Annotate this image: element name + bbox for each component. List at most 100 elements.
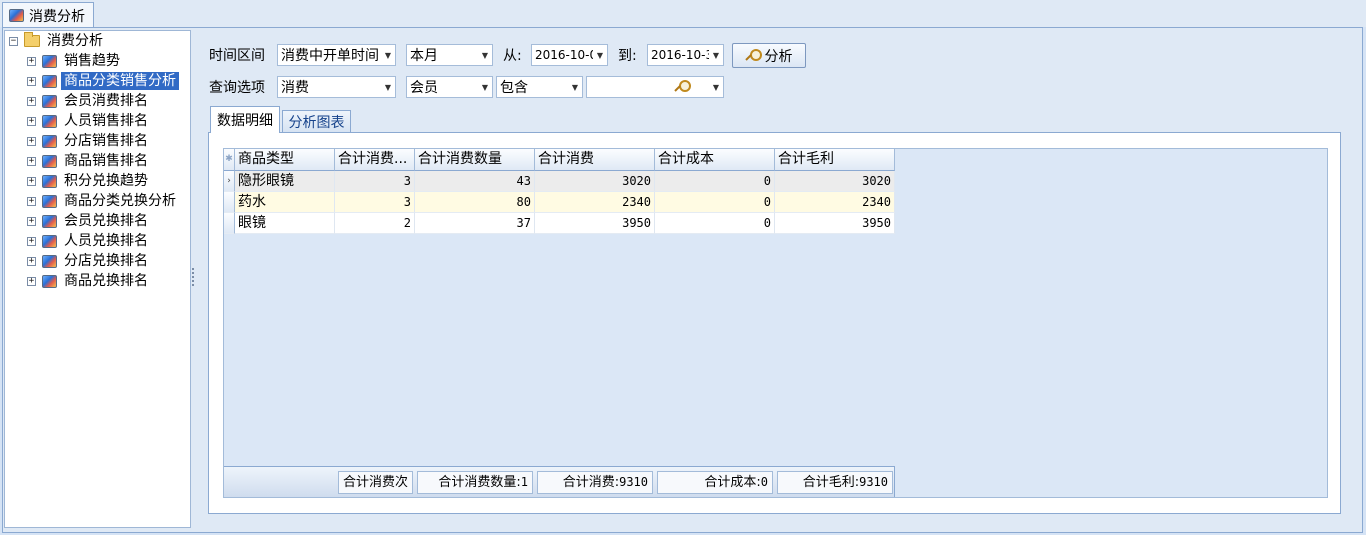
tree-item[interactable]: + 销售趋势 xyxy=(27,51,123,71)
expand-icon[interactable]: + xyxy=(27,236,36,246)
report-icon xyxy=(42,254,57,268)
table-cell[interactable]: 2340 xyxy=(535,192,655,213)
col-header-profit[interactable]: 合计毛利 xyxy=(775,149,895,171)
table-cell[interactable]: 3 xyxy=(335,192,415,213)
expand-icon[interactable]: + xyxy=(27,196,36,206)
tree-root[interactable]: − 消费分析 xyxy=(9,31,106,51)
expand-icon[interactable]: + xyxy=(27,256,36,266)
table-cell[interactable]: 80 xyxy=(415,192,535,213)
tree-item[interactable]: + 人员销售排名 xyxy=(27,111,151,131)
table-cell[interactable]: 37 xyxy=(415,213,535,234)
table-row[interactable]: 眼镜 2 37 3950 0 3950 xyxy=(224,213,895,234)
window-tabstrip: 消费分析 xyxy=(0,0,1366,28)
table-cell[interactable]: 43 xyxy=(415,171,535,192)
footer-profit: 合计毛利:9310 xyxy=(777,471,893,494)
tree-item[interactable]: + 分店销售排名 xyxy=(27,131,151,151)
tree-item-label: 商品分类兑换分析 xyxy=(64,193,176,209)
table-cell[interactable]: 2 xyxy=(335,213,415,234)
table-cell[interactable]: 药水 xyxy=(235,192,335,213)
expand-icon[interactable]: + xyxy=(27,156,36,166)
tree-item-label: 销售趋势 xyxy=(64,53,120,69)
from-label: 从: xyxy=(503,48,522,64)
col-header-sales[interactable]: 合计消费 xyxy=(535,149,655,171)
query-options-label: 查询选项 xyxy=(209,80,265,96)
row-indicator[interactable] xyxy=(224,213,235,234)
tree-item-label: 积分兑换趋势 xyxy=(64,173,148,189)
field-select[interactable]: 会员 ▼ xyxy=(406,76,493,98)
tab-analysis-chart[interactable]: 分析图表 xyxy=(282,110,351,133)
tree-item[interactable]: + 会员兑换排名 xyxy=(27,211,151,231)
dropdown-arrow-icon[interactable]: ▼ xyxy=(709,83,723,92)
row-indicator[interactable]: › xyxy=(224,171,235,192)
table-cell[interactable]: 3950 xyxy=(775,213,895,234)
match-select[interactable]: 包含 ▼ xyxy=(496,76,583,98)
table-cell[interactable]: 2340 xyxy=(775,192,895,213)
dropdown-arrow-icon[interactable]: ▼ xyxy=(381,51,395,60)
table-cell[interactable]: 3020 xyxy=(535,171,655,192)
expand-icon[interactable]: + xyxy=(27,176,36,186)
table-cell[interactable]: 3020 xyxy=(775,171,895,192)
dropdown-arrow-icon[interactable]: ▼ xyxy=(709,51,723,60)
dropdown-arrow-icon[interactable]: ▼ xyxy=(381,83,395,92)
query-type-select[interactable]: 消费 ▼ xyxy=(277,76,396,98)
time-field-select[interactable]: 消费中开单时间 ▼ xyxy=(277,44,396,66)
tree-item-label: 会员兑换排名 xyxy=(64,213,148,229)
expand-icon[interactable]: + xyxy=(27,216,36,226)
col-header-category[interactable]: 商品类型 xyxy=(235,149,335,171)
report-icon xyxy=(42,274,57,288)
expand-icon[interactable]: + xyxy=(27,136,36,146)
splitter-handle[interactable] xyxy=(192,268,195,290)
table-cell[interactable]: 3950 xyxy=(535,213,655,234)
table-row[interactable]: 药水 3 80 2340 0 2340 xyxy=(224,192,895,213)
search-icon[interactable] xyxy=(675,80,691,94)
tree-item[interactable]: + 积分兑换趋势 xyxy=(27,171,151,191)
table-cell[interactable]: 0 xyxy=(655,213,775,234)
col-header-count[interactable]: 合计消费... xyxy=(335,149,415,171)
table-cell[interactable]: 隐形眼镜 xyxy=(235,171,335,192)
expand-icon[interactable]: + xyxy=(27,116,36,126)
app-icon xyxy=(9,9,24,22)
from-date-picker[interactable]: 2016-10-01 ▼ xyxy=(531,44,608,66)
keyword-search-input[interactable]: ▼ xyxy=(586,76,724,98)
col-header-quantity[interactable]: 合计消费数量 xyxy=(415,149,535,171)
tree-item[interactable]: + 商品兑换排名 xyxy=(27,271,151,291)
expand-icon[interactable]: + xyxy=(27,56,36,66)
analyze-button[interactable]: 分析 xyxy=(732,43,806,68)
table-cell[interactable]: 眼镜 xyxy=(235,213,335,234)
search-icon xyxy=(746,48,762,63)
tree-item-label: 人员兑换排名 xyxy=(64,233,148,249)
dropdown-arrow-icon[interactable]: ▼ xyxy=(478,51,492,60)
expand-icon[interactable]: + xyxy=(27,276,36,286)
to-date-picker[interactable]: 2016-10-31 ▼ xyxy=(647,44,724,66)
tab-data-detail[interactable]: 数据明细 xyxy=(210,106,280,133)
report-icon xyxy=(42,54,57,68)
col-header-cost[interactable]: 合计成本 xyxy=(655,149,775,171)
footer-sales: 合计消费:9310 xyxy=(537,471,653,494)
select-all-icon[interactable]: ✱ xyxy=(224,149,235,171)
content-panel: 时间区间 消费中开单时间 ▼ 本月 ▼ 从: 2016-10-01 ▼ 到: 2… xyxy=(197,30,1352,517)
expand-icon[interactable]: + xyxy=(27,76,36,86)
tree-item[interactable]: + 商品分类兑换分析 xyxy=(27,191,179,211)
dropdown-arrow-icon[interactable]: ▼ xyxy=(568,83,582,92)
dropdown-arrow-icon[interactable]: ▼ xyxy=(478,83,492,92)
consumption-analysis-tab[interactable]: 消费分析 xyxy=(2,2,94,28)
tree-item[interactable]: + 人员兑换排名 xyxy=(27,231,151,251)
report-icon xyxy=(42,114,57,128)
expand-icon[interactable]: + xyxy=(27,96,36,106)
table-cell[interactable]: 0 xyxy=(655,192,775,213)
table-cell[interactable]: 0 xyxy=(655,171,775,192)
period-select[interactable]: 本月 ▼ xyxy=(406,44,493,66)
table-row[interactable]: › 隐形眼镜 3 43 3020 0 3020 xyxy=(224,171,895,192)
collapse-icon[interactable]: − xyxy=(9,36,18,46)
row-indicator[interactable] xyxy=(224,192,235,213)
grid-footer: 合计消费次 合计消费数量:1 合计消费:9310 合计成本:0 合计毛利:931… xyxy=(224,466,895,497)
table-cell[interactable]: 3 xyxy=(335,171,415,192)
tree-item[interactable]: + 商品销售排名 xyxy=(27,151,151,171)
report-icon xyxy=(42,214,57,228)
tree-item[interactable]: + 会员消费排名 xyxy=(27,91,151,111)
footer-count: 合计消费次 xyxy=(338,471,413,494)
tree-item[interactable]: + 分店兑换排名 xyxy=(27,251,151,271)
dropdown-arrow-icon[interactable]: ▼ xyxy=(593,51,607,60)
tree-item[interactable]: + 商品分类销售分析 xyxy=(27,71,179,91)
tree-item-label: 分店兑换排名 xyxy=(64,253,148,269)
